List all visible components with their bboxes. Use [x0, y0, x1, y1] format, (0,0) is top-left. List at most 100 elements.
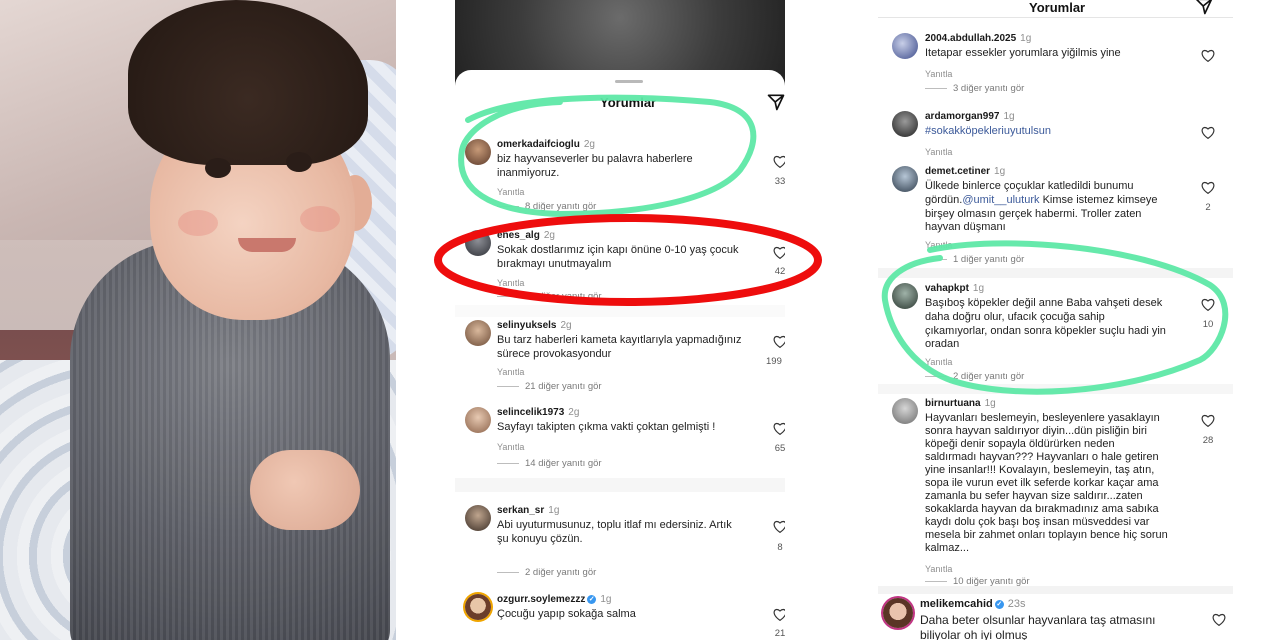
avatar[interactable]: [465, 320, 491, 346]
view-replies-link[interactable]: 1 diğer yanıtı gör: [925, 254, 1024, 265]
reply-button[interactable]: Yanıtla: [925, 69, 952, 79]
mention-link[interactable]: @umit__uluturk: [962, 194, 1039, 206]
heart-icon[interactable]: [773, 155, 785, 168]
avatar[interactable]: [883, 598, 913, 628]
heart-icon[interactable]: [1212, 613, 1226, 626]
reply-button[interactable]: Yanıtla: [497, 187, 524, 197]
comment-text: biz hayvanseverler bu palavra haberlere i…: [497, 153, 693, 179]
heart-icon[interactable]: [1201, 181, 1215, 194]
comment-time: 1g: [1020, 33, 1032, 44]
comment-text: Abi uyuturmusunuz, toplu itlaf mı edersi…: [497, 519, 732, 545]
comment-text: Sokak dostlarımız için kapı önüne 0-10 y…: [497, 244, 739, 270]
reply-button[interactable]: Yanıtla: [925, 240, 952, 250]
comment-item: omerkadaifcioglu 2g biz hayvanseverler bu…: [455, 139, 785, 219]
comment-time: 1g: [984, 398, 996, 409]
comments-title: Yorumlar: [1029, 0, 1086, 15]
like-count: 65: [774, 443, 785, 454]
comment-time: 2g: [560, 320, 572, 331]
photo-mouth: [238, 238, 296, 252]
photo-eye-left: [205, 158, 231, 178]
sheet-drag-handle[interactable]: [615, 80, 643, 83]
divider: [878, 268, 1233, 278]
divider: [878, 586, 1233, 594]
comment-username[interactable]: 2004.abdullah.2025 1g: [925, 33, 1031, 44]
photo-hand: [250, 450, 360, 530]
comments-screenshot-middle: Yorumlar omerkadaifcioglu 2g biz hayvanse…: [455, 0, 785, 640]
comment-username[interactable]: selincelik1973 2g: [497, 407, 579, 418]
comment-username[interactable]: birnurtuana 1g: [925, 398, 996, 409]
send-icon[interactable]: [1194, 0, 1214, 16]
reply-button[interactable]: Yanıtla: [925, 357, 952, 367]
comment-time: 1g: [994, 166, 1006, 177]
comment-username[interactable]: selinyuksels 2g: [497, 320, 572, 331]
avatar[interactable]: [892, 398, 918, 424]
reply-button[interactable]: Yanıtla: [497, 442, 524, 452]
photo-cheek-right: [300, 206, 340, 232]
divider: [878, 384, 1233, 394]
heart-icon[interactable]: [1201, 126, 1215, 139]
comment-item: birnurtuana 1g Hayvanları beslemeyin, bes…: [878, 398, 1233, 588]
reply-button[interactable]: Yanıtla: [925, 147, 952, 157]
comment-item: ozgurr.soylemezzz ✓ 1g Çocuğu yapıp sokağa…: [455, 594, 785, 640]
avatar[interactable]: [465, 230, 491, 256]
comment-item: selinyuksels 2g Bu tarz haberleri kameta …: [455, 320, 785, 395]
comment-time: 1g: [600, 594, 612, 605]
heart-icon[interactable]: [1201, 298, 1215, 311]
reply-button[interactable]: Yanıtla: [925, 564, 952, 574]
reply-button[interactable]: Yanıtla: [497, 278, 524, 288]
view-replies-link[interactable]: 2 diğer yanıtı gör: [497, 567, 596, 578]
avatar[interactable]: [465, 139, 491, 165]
avatar[interactable]: [892, 111, 918, 137]
heart-icon[interactable]: [773, 422, 785, 435]
comment-item: ardamorgan997 1g #sokakköpekleriuyutulsun…: [878, 111, 1233, 161]
comment-username[interactable]: ardamorgan997 1g: [925, 111, 1015, 122]
heart-icon[interactable]: [773, 608, 785, 621]
like-count: 28: [1202, 435, 1214, 446]
avatar[interactable]: [892, 166, 918, 192]
view-replies-link[interactable]: 21 diğer yanıtı gör: [497, 381, 602, 392]
avatar[interactable]: [892, 33, 918, 59]
comment-username[interactable]: melikemcahid ✓ 23s: [920, 598, 1026, 610]
view-replies-link[interactable]: 2 diğer yanıtı gör: [925, 371, 1024, 382]
comment-text: Sayfayı takipten çıkma vakti çoktan gelm…: [497, 421, 716, 433]
heart-icon[interactable]: [773, 335, 785, 348]
avatar[interactable]: [465, 407, 491, 433]
collage: Yorumlar omerkadaifcioglu 2g biz hayvanse…: [0, 0, 1280, 640]
comment-item: 2004.abdullah.2025 1g Itetapar essekler y…: [878, 33, 1233, 98]
divider: [455, 305, 785, 317]
comment-username[interactable]: omerkadaifcioglu 2g: [497, 139, 595, 150]
comments-title: Yorumlar: [600, 95, 657, 110]
avatar[interactable]: [465, 505, 491, 531]
comment-time: 1g: [1003, 111, 1015, 122]
comment-username[interactable]: demet.cetiner 1g: [925, 166, 1005, 177]
heart-icon[interactable]: [1201, 49, 1215, 62]
comment-text: Itetapar essekler yorumlara yiğilmis yin…: [925, 47, 1121, 59]
comments-screenshot-right: Yorumlar 2004.abdullah.2025 1g Itetapar e…: [878, 0, 1233, 640]
send-icon[interactable]: [766, 92, 785, 112]
divider: [455, 478, 785, 492]
comment-time: 1g: [548, 505, 560, 516]
comment-username[interactable]: enes_alg 2g: [497, 230, 555, 241]
heart-icon[interactable]: [773, 246, 785, 259]
heart-icon[interactable]: [773, 520, 785, 533]
view-replies-link[interactable]: 12 diğer yanıtı gör: [497, 291, 602, 302]
comment-username[interactable]: ozgurr.soylemezzz ✓ 1g: [497, 594, 611, 605]
heart-icon[interactable]: [1201, 414, 1215, 427]
like-count: 10: [1202, 319, 1214, 330]
reply-button[interactable]: Yanıtla: [497, 367, 524, 377]
view-replies-link[interactable]: 14 diğer yanıtı gör: [497, 458, 602, 469]
like-count: 199: [766, 356, 782, 367]
comment-username[interactable]: vahapkpt 1g: [925, 283, 984, 294]
like-count: 21: [774, 628, 785, 639]
comment-item: vahapkpt 1g Başıboş köpekler değil anne B…: [878, 283, 1233, 383]
avatar[interactable]: [892, 283, 918, 309]
comment-text: Bu tarz haberleri kameta kayıtlarıyla ya…: [497, 334, 742, 360]
view-replies-link[interactable]: 8 diğer yanıtı gör: [497, 201, 596, 212]
comment-time: 2g: [543, 230, 555, 241]
divider: [878, 17, 1233, 18]
view-replies-link[interactable]: 3 diğer yanıtı gör: [925, 83, 1024, 94]
comment-username[interactable]: serkan_sr 1g: [497, 505, 559, 516]
avatar[interactable]: [465, 594, 491, 620]
comment-text: Hayvanları beslemeyin, besleyenlere yasa…: [925, 412, 1168, 554]
comment-item: demet.cetiner 1g Ülkede binlerce çoçuklar…: [878, 166, 1233, 266]
